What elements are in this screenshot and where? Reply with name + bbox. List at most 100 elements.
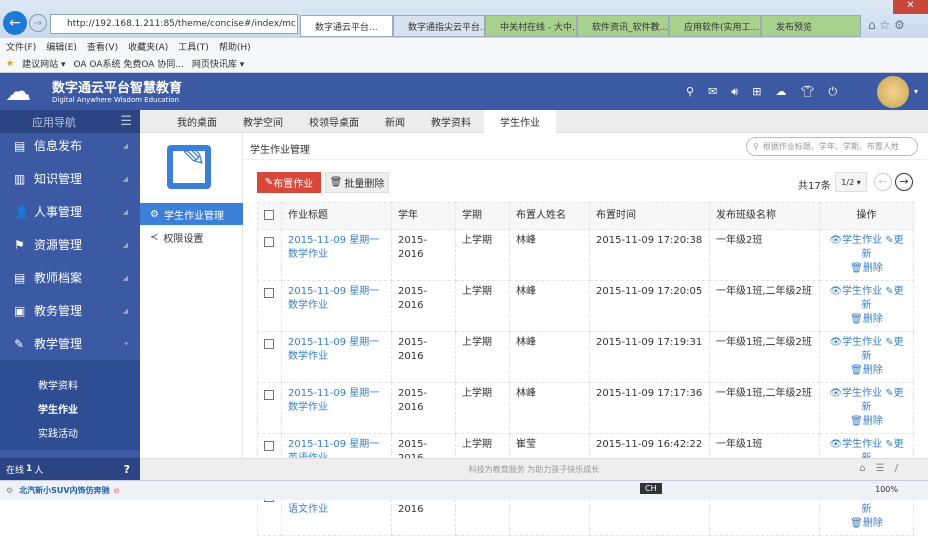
favorites-star-icon[interactable]: ★: [6, 59, 14, 69]
homework-title-link[interactable]: 2015-11-09 星期一 数学作业: [281, 280, 392, 332]
browser-tab[interactable]: 数字通指尖云平台...: [393, 15, 485, 37]
select-all-checkbox[interactable]: [264, 210, 274, 220]
menu-view[interactable]: 查看(V): [87, 40, 118, 53]
view-homework-link[interactable]: 👁︎学生作业: [829, 388, 882, 399]
tab-homework[interactable]: 学生作业: [484, 109, 556, 133]
browser-tab[interactable]: 软件资讯_软件教...: [577, 15, 669, 37]
sidebar-item-knowledge[interactable]: ▥ 知识管理 ◢: [0, 162, 140, 195]
row-checkbox[interactable]: [264, 441, 274, 451]
edit-icon[interactable]: /: [895, 463, 898, 474]
sidebar-item-resources[interactable]: ⚑ 资源管理 ◢: [0, 228, 140, 261]
cell-term: 上学期: [455, 280, 510, 332]
homework-title-link[interactable]: 2015-11-09 星期一 数学作业: [281, 331, 392, 383]
edit-icon: ✎: [167, 139, 211, 189]
menu-file[interactable]: 文件(F): [6, 40, 36, 53]
avatar-dropdown-icon[interactable]: ▾: [914, 87, 918, 96]
sidebar-item-info[interactable]: ▤ 信息发布 ◢: [0, 129, 140, 162]
close-window-button[interactable]: ✕: [893, 0, 928, 14]
browser-tab[interactable]: 中关村在线 - 大中...: [485, 15, 577, 37]
search-icon[interactable]: ⚲: [686, 85, 694, 99]
delete-link[interactable]: 🗑︎删除: [850, 314, 883, 325]
tab-desktop[interactable]: 我的桌面: [164, 110, 230, 133]
cell-year: 2015-2016: [391, 382, 456, 434]
fire-icon: 🔥︎: [113, 485, 120, 495]
tab-teaching-space[interactable]: 教学空间: [230, 110, 296, 133]
news-link[interactable]: 北汽新小SUV内饰仿奔驰: [19, 485, 109, 496]
tab-news[interactable]: 新闻: [372, 110, 418, 133]
menu-edit[interactable]: 编辑(E): [46, 40, 77, 53]
menu-help[interactable]: 帮助(H): [219, 40, 251, 53]
address-bar[interactable]: http://192.168.1.211:85/theme/concise#/i…: [50, 14, 298, 34]
volume-icon[interactable]: 🔊︎: [731, 85, 738, 99]
delete-link[interactable]: 🗑︎删除: [850, 263, 883, 274]
subnav-homework-management[interactable]: ⚙ 学生作业管理: [140, 203, 243, 225]
zoom-level[interactable]: 100%: [875, 485, 898, 494]
list-icon[interactable]: ☰: [876, 463, 885, 474]
col-time[interactable]: 布置时间: [589, 202, 710, 230]
subnav-permissions[interactable]: ≺ 权限设置: [140, 226, 243, 248]
delete-link[interactable]: 🗑︎删除: [850, 518, 883, 529]
page-select[interactable]: 1/2 ▾: [835, 172, 867, 192]
add-homework-button[interactable]: ✎ 布置作业: [257, 172, 321, 193]
delete-link[interactable]: 🗑︎删除: [850, 365, 883, 376]
col-year[interactable]: 学年: [391, 202, 456, 230]
view-homework-link[interactable]: 👁︎学生作业: [829, 337, 882, 348]
tab-materials[interactable]: 教学资料: [418, 110, 484, 133]
view-homework-link[interactable]: 👁︎学生作业: [829, 286, 882, 297]
tab-leader-desktop[interactable]: 校领导桌面: [296, 110, 372, 133]
next-page-button[interactable]: →: [895, 173, 913, 191]
ime-indicator[interactable]: CH: [640, 483, 662, 494]
batch-delete-button[interactable]: 🗑︎ 批量删除: [325, 172, 389, 193]
row-checkbox[interactable]: [264, 288, 274, 298]
page-tabs: 我的桌面 教学空间 校领导桌面 新闻 教学资料 学生作业: [140, 109, 928, 133]
col-classes[interactable]: 发布班级名称: [709, 202, 820, 230]
favorite-link[interactable]: OA OA系统 免费OA 协同...: [73, 57, 183, 70]
forward-button[interactable]: →: [29, 14, 47, 32]
home-star-gear-icons[interactable]: ⌂ ☆ ⚙: [868, 18, 905, 32]
browser-tab[interactable]: 应用软件(实用工...: [669, 15, 761, 37]
cloud-icon[interactable]: ☁: [775, 85, 786, 99]
menu-tools[interactable]: 工具(T): [178, 40, 209, 53]
mail-icon[interactable]: ✉: [708, 85, 717, 99]
delete-link[interactable]: 🗑︎删除: [850, 416, 883, 427]
power-icon[interactable]: ⏻: [828, 85, 837, 99]
back-button[interactable]: ←: [3, 11, 27, 35]
sidebar-subitem-activities[interactable]: 实践活动: [0, 420, 140, 444]
favorite-link[interactable]: 网页快讯库 ▾: [192, 57, 244, 70]
sidebar-item-teaching[interactable]: ✎ 教学管理 ▾: [0, 327, 140, 360]
homework-title-link[interactable]: 2015-11-09 星期一 数学作业: [281, 382, 392, 434]
row-checkbox[interactable]: [264, 390, 274, 400]
view-homework-link[interactable]: 👁︎学生作业: [829, 235, 882, 246]
row-checkbox[interactable]: [264, 339, 274, 349]
prev-page-button[interactable]: ←: [874, 173, 892, 191]
eye-icon: 👁︎: [829, 388, 843, 399]
sidebar-subitem-homework[interactable]: 学生作业: [0, 396, 140, 420]
col-title[interactable]: 作业标题: [281, 202, 392, 230]
shirt-icon[interactable]: 👕︎: [800, 85, 814, 99]
trash-icon: 🗑︎: [850, 365, 863, 376]
sidebar-subitem-materials[interactable]: 教学资料: [0, 372, 140, 396]
menu-toggle-icon[interactable]: ☰: [120, 114, 132, 129]
view-homework-link[interactable]: 👁︎学生作业: [829, 439, 882, 450]
sidebar: 应用导航 ☰ ▤ 信息发布 ◢ ▥ 知识管理 ◢ 👤 人事管理 ◢ ⚑ 资源管理 ◢ ▤ 教师档案…: [0, 110, 140, 458]
browser-tab[interactable]: 数字通云平台...: [300, 15, 393, 37]
favorite-link[interactable]: 建议网站 ▾: [22, 57, 65, 70]
col-term[interactable]: 学期: [455, 202, 510, 230]
browser-tab[interactable]: 发布预览: [761, 15, 861, 37]
help-icon[interactable]: ?: [124, 463, 130, 476]
page-title: 学生作业管理: [250, 145, 310, 156]
sidebar-item-teacher-files[interactable]: ▤ 教师档案 ◢: [0, 261, 140, 294]
search-input[interactable]: ⚲ 根据作业标题、学年、学期、布置人姓: [746, 137, 918, 156]
avatar[interactable]: [877, 76, 909, 108]
sidebar-item-academic[interactable]: ▣ 教务管理 ◢: [0, 294, 140, 327]
homework-title-link[interactable]: 2015-11-09 星期一 数学作业: [281, 229, 392, 281]
pencil-icon: ✎: [264, 177, 274, 188]
home-icon[interactable]: ⌂: [859, 463, 865, 474]
row-checkbox[interactable]: [264, 237, 274, 247]
menu-favorites[interactable]: 收藏夹(A): [128, 40, 168, 53]
sidebar-item-hr[interactable]: 👤 人事管理 ◢: [0, 195, 140, 228]
app-header: ☁ 数字通云平台智慧教育 Digital Anywhere Wisdom Edu…: [0, 73, 928, 110]
sitemap-icon[interactable]: ⊞: [752, 85, 761, 99]
col-person[interactable]: 布置人姓名: [509, 202, 590, 230]
gear-icon: ⚙: [6, 486, 14, 495]
